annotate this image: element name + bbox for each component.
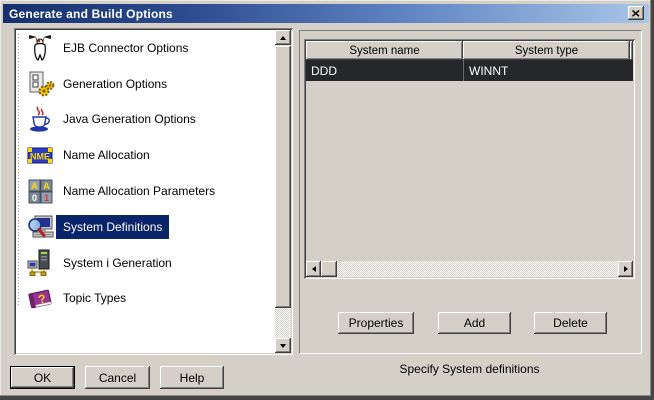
svg-text:1: 1 bbox=[44, 193, 49, 203]
list-item-label: Java Generation Options bbox=[63, 112, 196, 127]
generate-and-build-options-dialog: Generate and Build Options EJB Connector… bbox=[0, 0, 654, 400]
system-i-generation-icon bbox=[24, 248, 56, 278]
system-definitions-icon bbox=[24, 212, 56, 242]
column-header-filler bbox=[630, 41, 633, 60]
list-vertical-scrollbar[interactable] bbox=[275, 30, 291, 353]
list-item-name-allocation-parameters[interactable]: A A 0 1 Name Allocation Parameters bbox=[18, 173, 273, 209]
list-item-topic-types[interactable]: ? Topic Types bbox=[18, 281, 273, 317]
arrow-down-icon bbox=[280, 343, 286, 348]
properties-button[interactable]: Properties bbox=[338, 312, 414, 334]
name-allocation-parameters-icon: A A 0 1 bbox=[24, 176, 56, 206]
delete-button[interactable]: Delete bbox=[534, 312, 607, 334]
table-row[interactable]: DDD WINNT bbox=[306, 60, 633, 81]
column-header-system-name[interactable]: System name bbox=[306, 41, 463, 60]
list-item-java-generation-options[interactable]: Java Generation Options bbox=[18, 102, 273, 138]
list-item-ejb-connector-options[interactable]: EJB Connector Options bbox=[18, 30, 273, 66]
list-item-label-selected: System Definitions bbox=[56, 214, 170, 239]
generation-options-icon bbox=[24, 69, 56, 99]
list-item-label: Generation Options bbox=[63, 76, 168, 91]
options-list: EJB Connector Options Generation Options bbox=[14, 28, 293, 355]
help-button[interactable]: Help bbox=[160, 366, 224, 389]
list-item-label: Name Allocation Parameters bbox=[63, 184, 216, 199]
table-header: System name System type bbox=[306, 41, 633, 60]
arrow-up-icon bbox=[280, 35, 286, 40]
scroll-left-button[interactable] bbox=[306, 261, 321, 277]
svg-text:NME: NME bbox=[30, 152, 50, 162]
status-text: Specify System definitions bbox=[399, 362, 540, 376]
list-item-generation-options[interactable]: Generation Options bbox=[18, 66, 273, 102]
arrow-left-icon bbox=[311, 266, 316, 272]
scroll-down-button[interactable] bbox=[275, 338, 291, 353]
scroll-up-button[interactable] bbox=[275, 30, 291, 45]
add-button[interactable]: Add bbox=[438, 312, 511, 334]
scroll-thumb[interactable] bbox=[321, 261, 337, 277]
list-item-label: Name Allocation bbox=[63, 148, 150, 163]
list-item-name-allocation[interactable]: NME Name Allocation bbox=[18, 137, 273, 173]
window-title: Generate and Build Options bbox=[9, 6, 173, 21]
column-header-system-type[interactable]: System type bbox=[463, 41, 630, 60]
name-allocation-icon: NME bbox=[24, 140, 56, 170]
list-item-label: System i Generation bbox=[63, 255, 172, 270]
close-button[interactable] bbox=[628, 6, 644, 20]
systems-table: System name System type DDD WINNT bbox=[304, 39, 635, 279]
java-generation-icon bbox=[24, 104, 56, 134]
scroll-thumb[interactable] bbox=[275, 46, 291, 308]
list-item-label: Topic Types bbox=[63, 291, 127, 306]
arrow-right-icon bbox=[623, 266, 628, 272]
scroll-right-button[interactable] bbox=[618, 261, 633, 277]
svg-text:A: A bbox=[43, 181, 50, 191]
cell-system-type: WINNT bbox=[463, 60, 633, 81]
svg-text:A: A bbox=[31, 181, 38, 191]
table-horizontal-scrollbar[interactable] bbox=[306, 261, 633, 277]
list-item-system-i-generation[interactable]: System i Generation bbox=[18, 245, 273, 281]
cancel-button[interactable]: Cancel bbox=[85, 366, 150, 389]
close-icon bbox=[632, 9, 640, 17]
ok-button[interactable]: OK bbox=[10, 366, 75, 389]
topic-types-icon: ? bbox=[24, 283, 56, 313]
list-item-label: EJB Connector Options bbox=[63, 40, 189, 55]
system-definitions-panel: System name System type DDD WINNT Proper… bbox=[299, 30, 642, 354]
title-bar[interactable]: Generate and Build Options bbox=[3, 4, 649, 23]
ejb-connector-icon bbox=[24, 33, 56, 63]
list-item-system-definitions[interactable]: System Definitions bbox=[18, 209, 273, 245]
cell-system-name: DDD bbox=[311, 63, 337, 78]
svg-text:0: 0 bbox=[32, 193, 37, 203]
